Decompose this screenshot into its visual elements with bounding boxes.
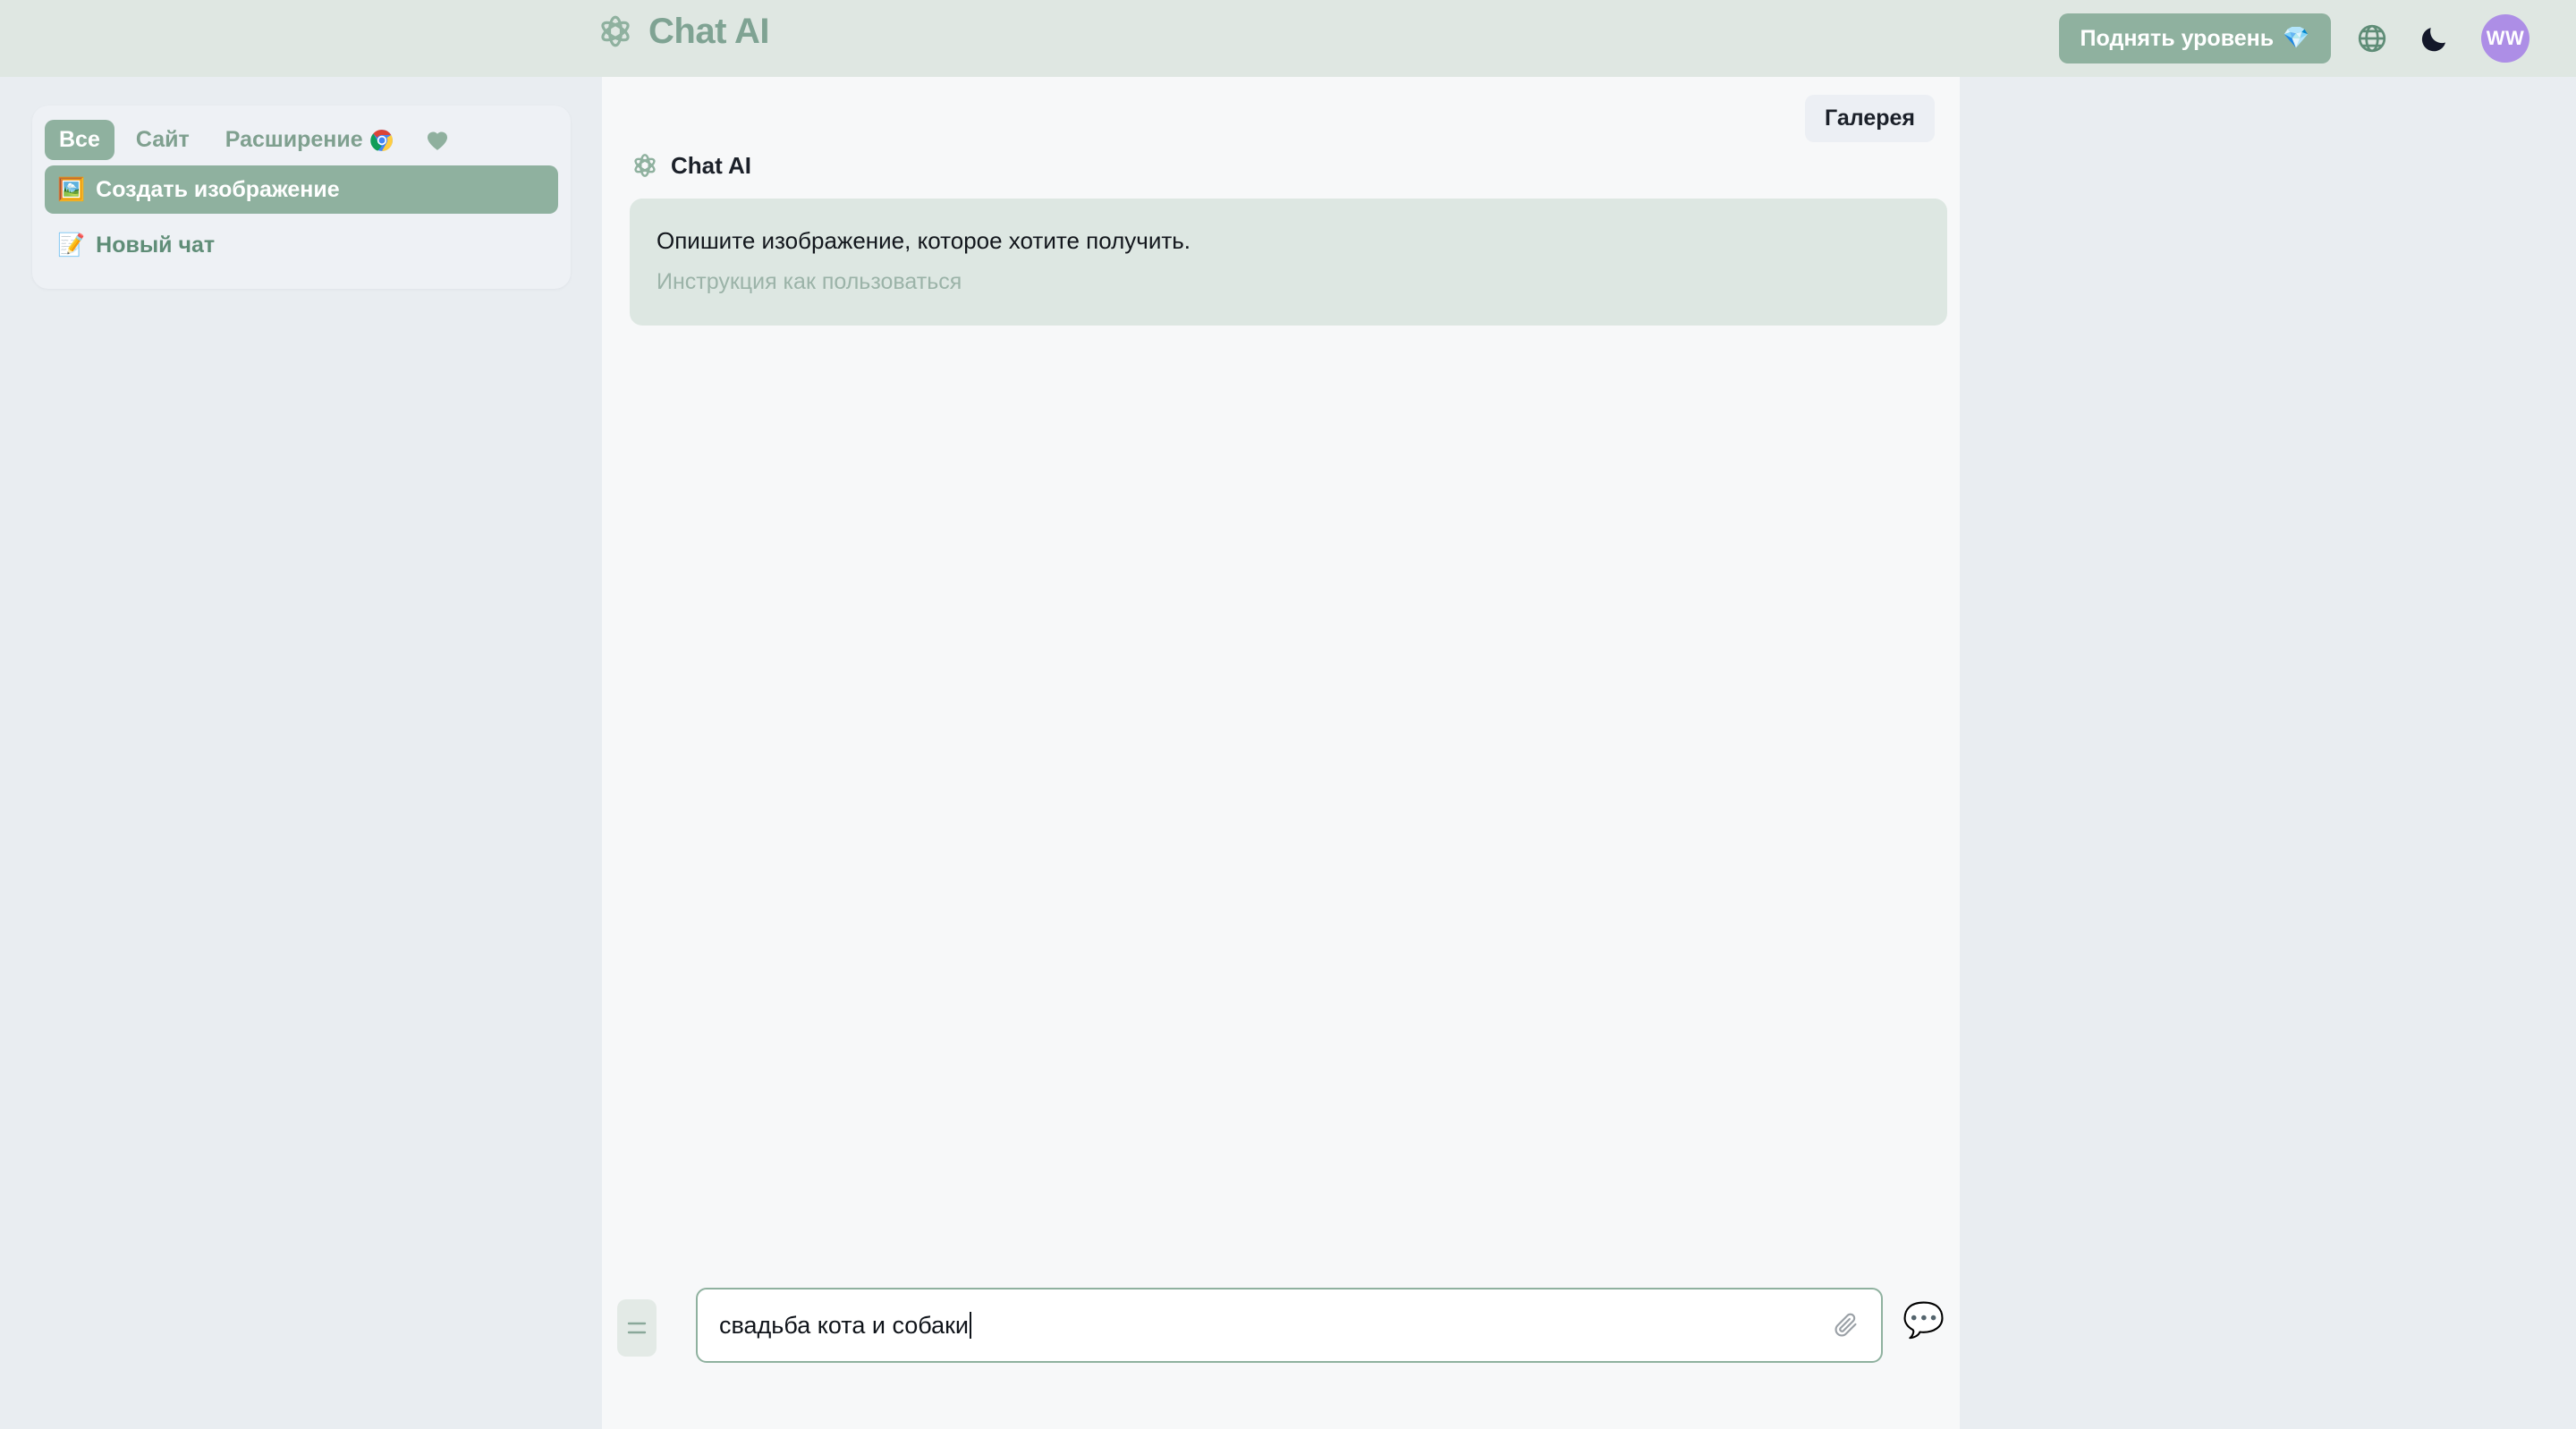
heart-icon	[426, 130, 449, 151]
avatar-initials: WW	[2486, 27, 2525, 49]
chat-panel: Галерея Chat AI Опишите изображение, кот…	[602, 77, 1960, 1429]
sidebar-tab-all[interactable]: Все	[45, 120, 114, 160]
message-author-row: Chat AI	[630, 150, 751, 181]
openai-knot-icon	[630, 150, 660, 181]
assistant-message-text: Опишите изображение, которое хотите полу…	[657, 227, 1191, 254]
message-input-value: свадьба кота и собаки	[719, 1311, 970, 1339]
sidebar-tab-extension-label: Расширение	[225, 127, 363, 152]
sidebar-tab-extension[interactable]: Расширение	[211, 120, 408, 160]
composer-menu-button[interactable]	[617, 1299, 657, 1357]
sidebar-item-create-image[interactable]: 🖼️ Создать изображение	[45, 165, 558, 214]
picture-frame-icon: 🖼️	[57, 176, 86, 202]
sidebar: Все Сайт Расширение 🖼️ Создать изображен…	[32, 106, 571, 289]
sidebar-item-create-image-label: Создать изображение	[96, 176, 340, 202]
paperclip-icon	[1833, 1312, 1860, 1339]
attach-file-button[interactable]	[1818, 1298, 1874, 1353]
memo-icon: 📝	[57, 232, 86, 258]
theme-toggle-button[interactable]	[2413, 17, 2456, 60]
app-root: Chat AI Поднять уровень 💎 WW Все Сайт Ра…	[0, 0, 2576, 1429]
sidebar-tab-favorites[interactable]	[415, 123, 460, 158]
language-button[interactable]	[2351, 17, 2394, 60]
app-header: Chat AI Поднять уровень 💎 WW	[0, 0, 2576, 77]
sidebar-tab-site[interactable]: Сайт	[122, 120, 204, 160]
message-author: Chat AI	[671, 151, 752, 179]
hamburger-menu-icon	[626, 1320, 648, 1336]
composer: свадьба кота и собаки 💬	[602, 1283, 1960, 1373]
message-input[interactable]: свадьба кота и собаки	[698, 1311, 1818, 1340]
text-caret	[970, 1311, 972, 1339]
brand-name: Chat AI	[648, 11, 770, 51]
message-input-wrapper[interactable]: свадьба кота и собаки	[696, 1288, 1883, 1363]
avatar[interactable]: WW	[2481, 14, 2529, 63]
sidebar-tab-all-label: Все	[59, 127, 100, 152]
sidebar-tab-row: Все Сайт Расширение	[45, 118, 558, 165]
globe-icon	[2356, 22, 2388, 55]
instruction-link[interactable]: Инструкция как пользоваться	[657, 269, 962, 295]
sidebar-tab-site-label: Сайт	[135, 127, 190, 152]
header-actions: Поднять уровень 💎 WW	[2058, 0, 2529, 77]
gallery-row: Галерея	[1805, 95, 1935, 142]
upgrade-button-label: Поднять уровень	[2080, 25, 2275, 51]
brand: Chat AI	[595, 11, 770, 52]
chrome-icon	[369, 129, 394, 152]
moon-icon	[2419, 23, 2450, 54]
assistant-message-bubble: Опишите изображение, которое хотите полу…	[630, 199, 1947, 326]
gallery-button[interactable]: Галерея	[1805, 95, 1935, 142]
upgrade-button[interactable]: Поднять уровень 💎	[2058, 13, 2331, 63]
chat-options-button[interactable]: 💬	[1901, 1298, 1947, 1344]
openai-knot-icon	[595, 11, 636, 52]
sidebar-item-new-chat[interactable]: 📝 Новый чат	[45, 221, 558, 269]
sidebar-item-new-chat-label: Новый чат	[96, 232, 216, 258]
diamond-icon: 💎	[2283, 26, 2309, 50]
